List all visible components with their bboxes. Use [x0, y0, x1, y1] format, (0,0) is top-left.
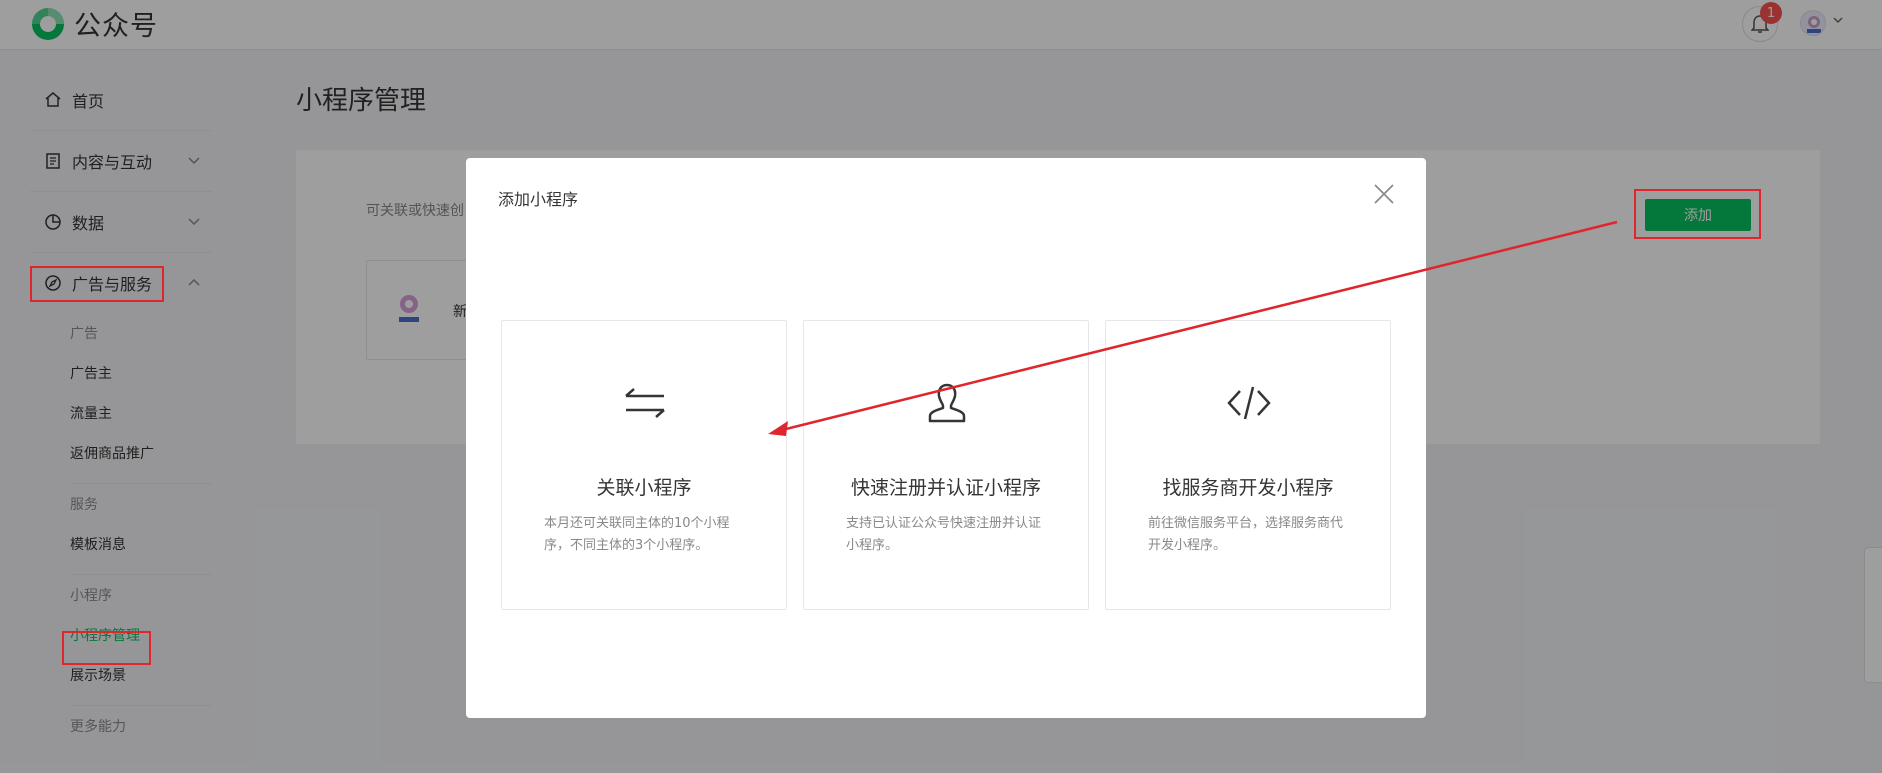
annotation-arrow: [768, 220, 1618, 436]
